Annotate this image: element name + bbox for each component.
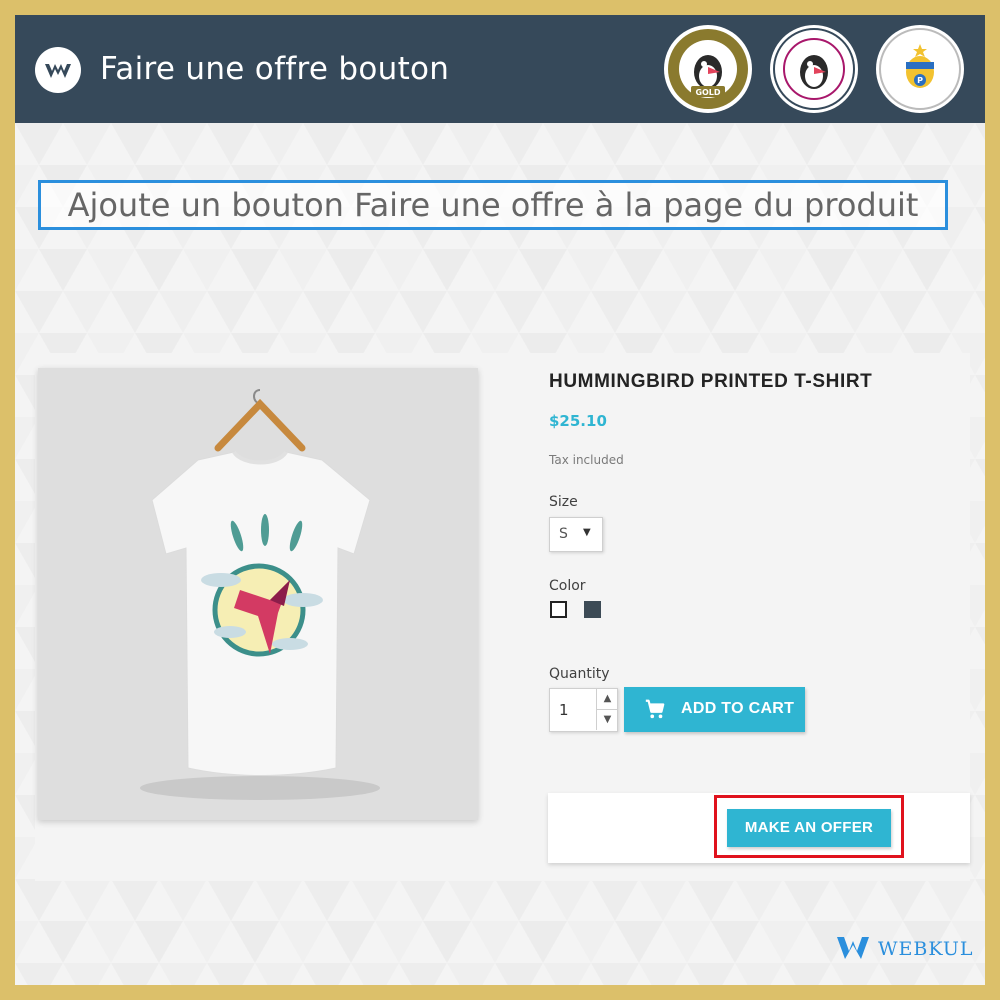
product-name: HUMMINGBIRD PRINTED T-SHIRT: [549, 371, 873, 392]
header-bar: Faire une offre bouton GOLD P: [15, 15, 985, 123]
quantity-stepper[interactable]: 1 ▲ ▼: [549, 688, 618, 732]
quantity-label: Quantity: [549, 666, 610, 682]
tshirt-illustration: [140, 389, 380, 800]
color-label: Color: [549, 578, 586, 594]
prestashop-partner-gold-badge: GOLD: [664, 25, 752, 113]
webkul-logo: [35, 47, 81, 93]
size-select[interactable]: S ▼: [549, 517, 603, 552]
tagline-banner: Ajoute un bouton Faire une offre à la pa…: [38, 180, 948, 230]
svg-text:GOLD: GOLD: [695, 88, 720, 97]
webkul-brand: WEBKUL: [837, 933, 973, 963]
tax-note: Tax included: [549, 453, 624, 467]
product-image: [38, 368, 478, 820]
product-price: $25.10: [549, 412, 607, 430]
svg-text:P: P: [917, 76, 923, 85]
caret-down-icon: ▼: [583, 527, 591, 538]
shopping-cart-icon: [645, 699, 665, 719]
promo-frame: Faire une offre bouton GOLD P Ajoute un …: [0, 0, 1000, 1000]
add-to-cart-label: ADD TO CART: [681, 700, 795, 717]
color-swatch-white[interactable]: [550, 601, 567, 618]
product-page-preview: HUMMINGBIRD PRINTED T-SHIRT $25.10 Tax i…: [35, 353, 970, 881]
size-label: Size: [549, 494, 578, 510]
tagline-text: Ajoute un bouton Faire une offre à la pa…: [67, 186, 919, 224]
add-to-cart-button[interactable]: ADD TO CART: [624, 687, 805, 732]
webkul-brand-logo-icon: [837, 937, 869, 959]
page-title: Faire une offre bouton: [100, 51, 450, 87]
color-swatch-dark[interactable]: [584, 601, 601, 618]
prestashop-super-hero-seller-badge: P: [876, 25, 964, 113]
brand-name: WEBKUL: [878, 938, 974, 960]
make-offer-section: MAKE AN OFFER: [548, 793, 970, 863]
make-offer-button[interactable]: MAKE AN OFFER: [727, 809, 891, 847]
size-value: S: [559, 526, 568, 542]
chevron-up-icon[interactable]: ▲: [596, 689, 618, 710]
quantity-value: 1: [559, 701, 569, 719]
prestashop-module-developer-badge: [770, 25, 858, 113]
chevron-down-icon[interactable]: ▼: [596, 710, 618, 730]
